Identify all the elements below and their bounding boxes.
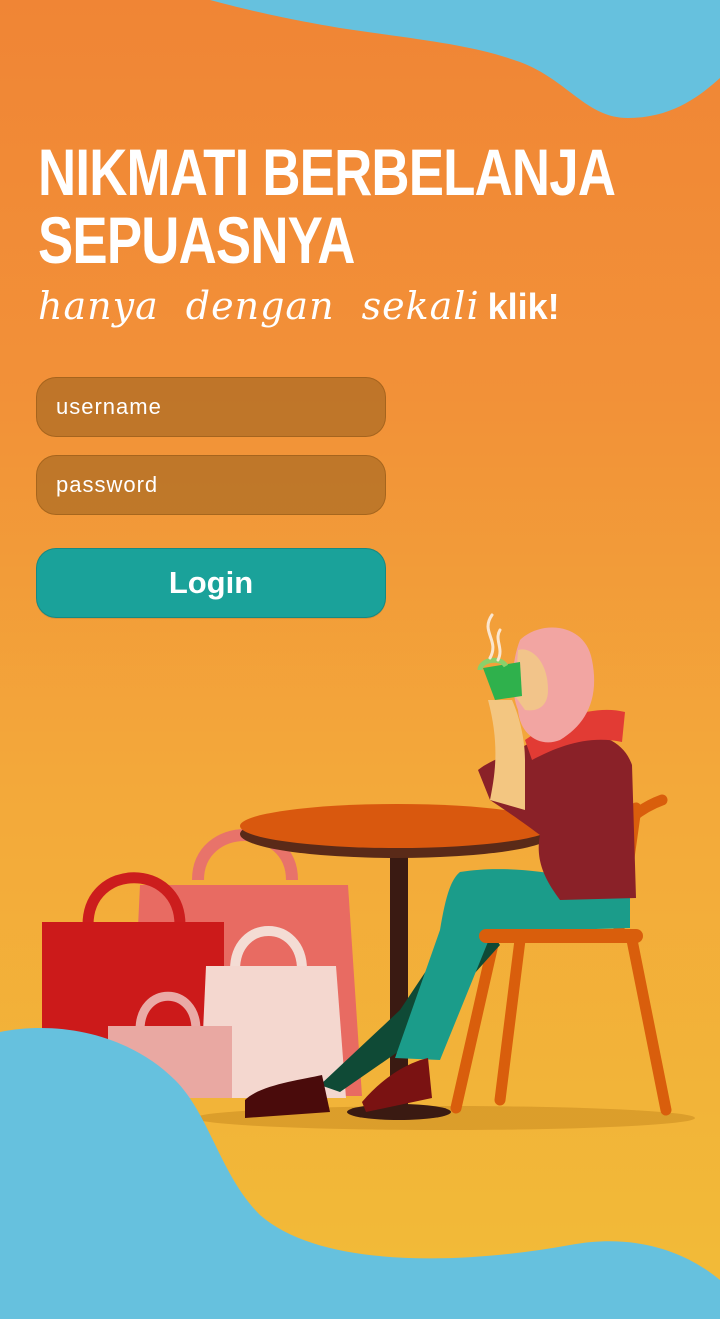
password-field[interactable]: [36, 455, 386, 515]
login-button[interactable]: Login: [36, 548, 386, 618]
headline-line-1: NIKMATI BERBELANJA: [38, 135, 616, 209]
headline: NIKMATI BERBELANJA SEPUASNYA: [38, 135, 616, 277]
tagline-bold-text: klik!: [487, 286, 560, 327]
username-field[interactable]: [36, 377, 386, 437]
login-screen: NIKMATI BERBELANJA SEPUASNYA hanya denga…: [0, 0, 720, 1319]
top-wave-shape: [210, 0, 720, 118]
steam-icon: [486, 613, 502, 662]
tagline: hanya dengan sekali klik!: [38, 284, 560, 328]
tagline-script-text: hanya dengan sekali: [38, 284, 480, 328]
headline-line-2: SEPUASNYA: [38, 203, 355, 277]
